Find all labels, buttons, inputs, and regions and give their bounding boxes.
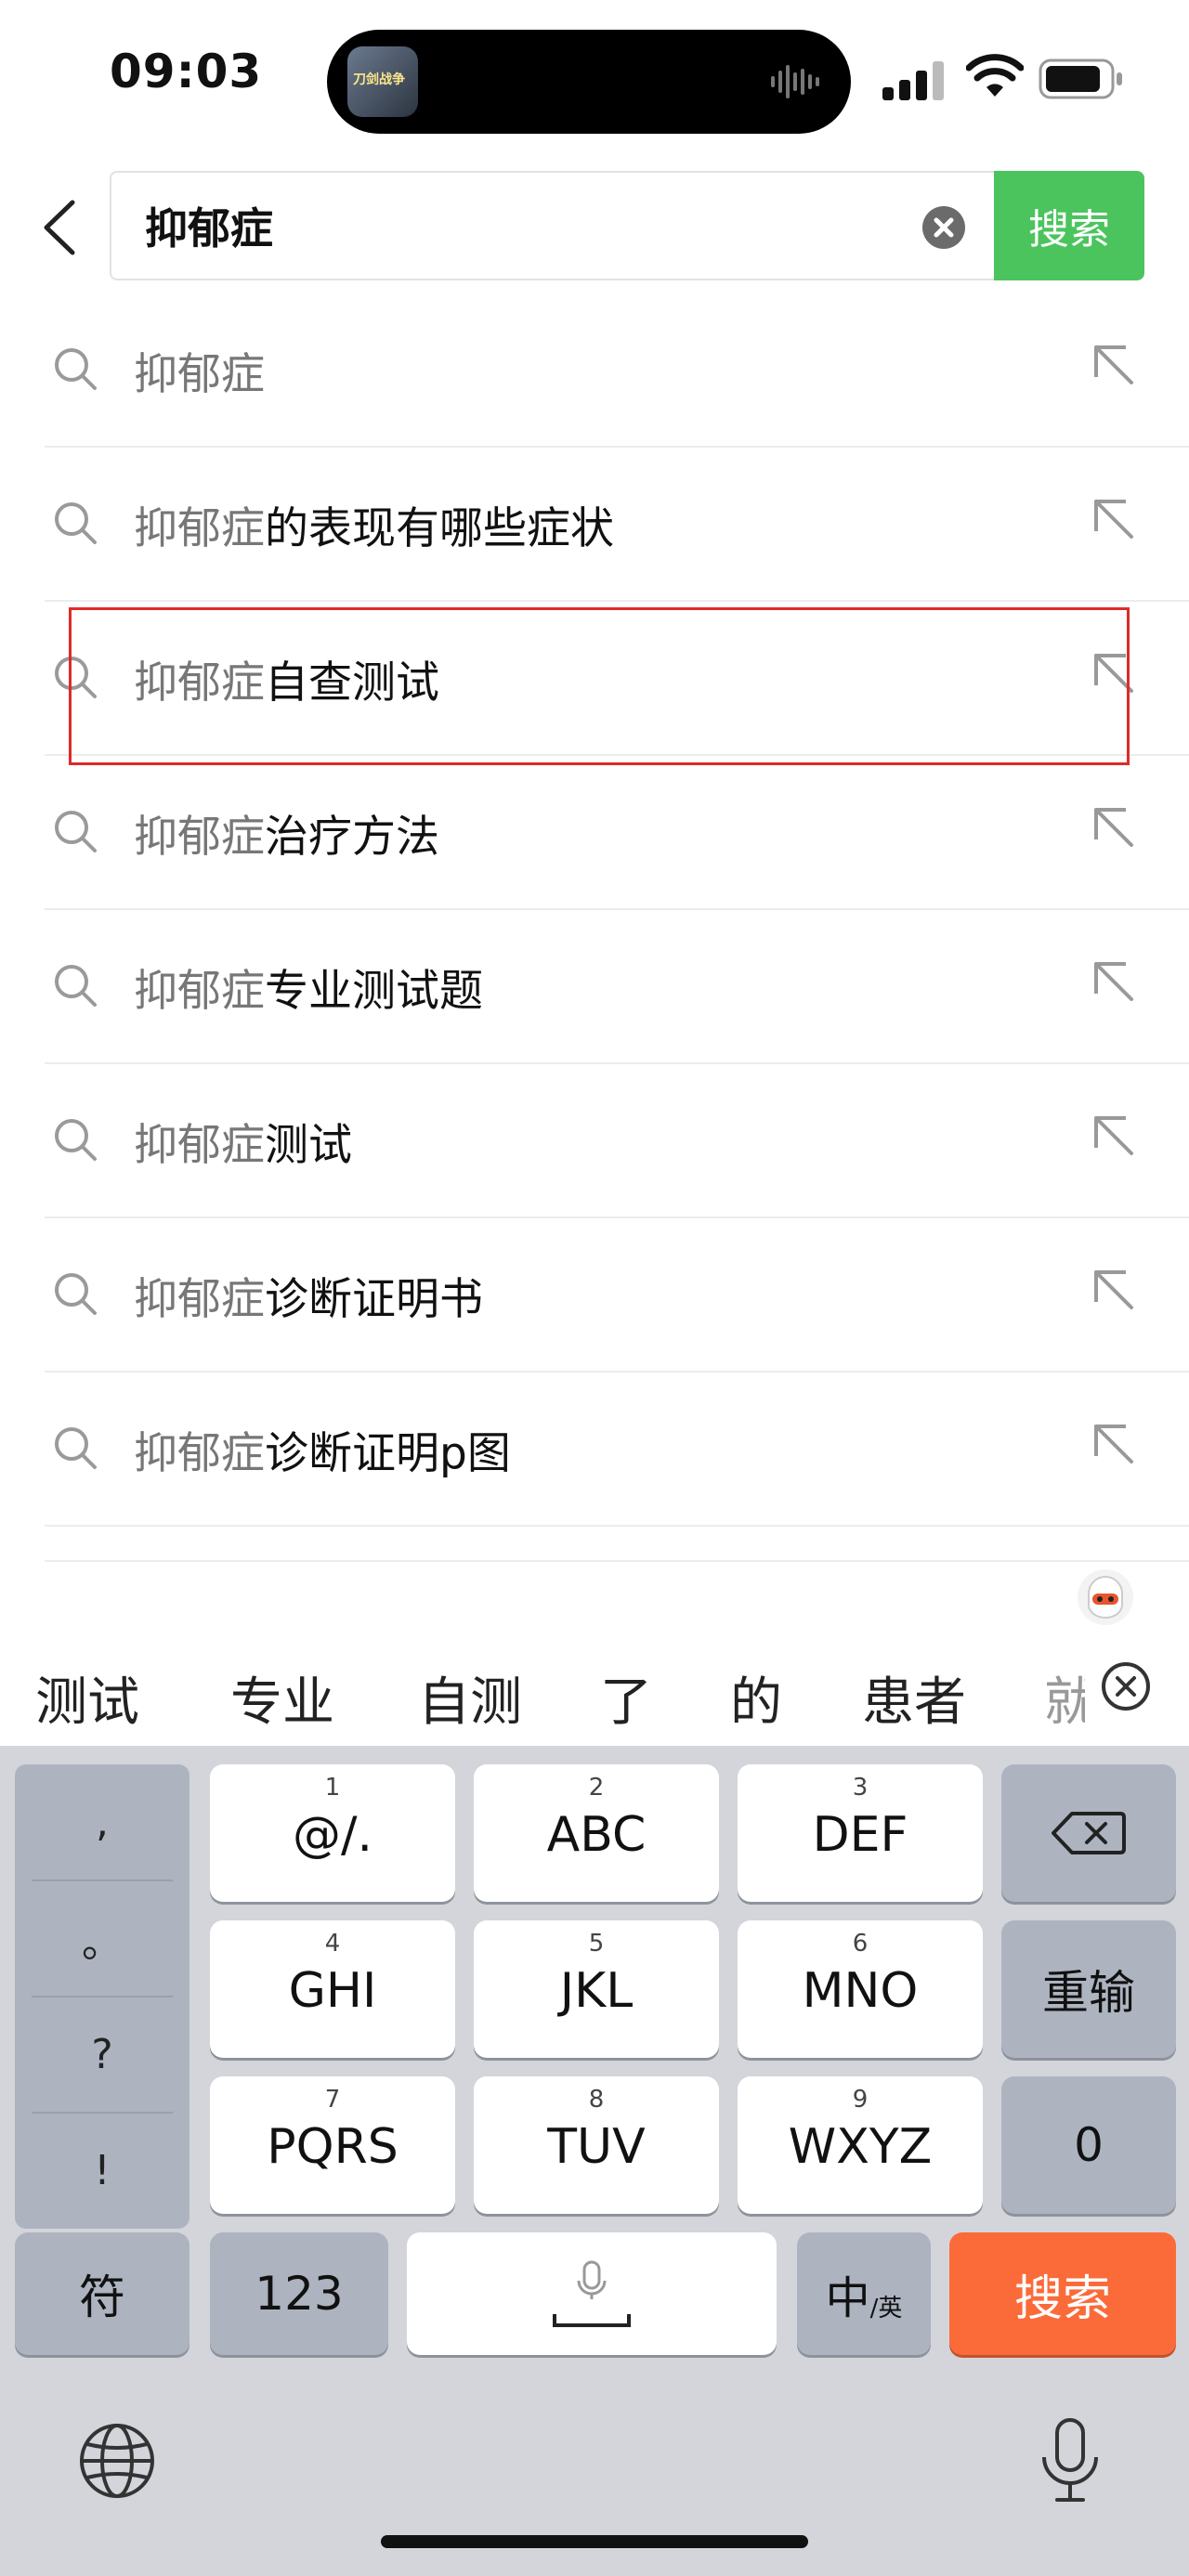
suggestion-suffix: 治疗方法 <box>265 812 439 863</box>
search-input[interactable]: 抑郁症 <box>110 171 995 280</box>
search-icon <box>55 1427 97 1469</box>
candidate-word[interactable]: 自测 <box>418 1660 522 1736</box>
key-3[interactable]: 3 DEF <box>738 1764 983 1902</box>
suggestion-suffix: 诊断证明书 <box>265 1274 483 1325</box>
punctuation-column: , 。 ? ! <box>15 1764 189 2229</box>
key-8[interactable]: 8 TUV <box>474 2076 719 2214</box>
keyboard-search-button[interactable]: 搜索 <box>949 2232 1176 2355</box>
list-divider <box>45 1560 1189 1562</box>
suggestion-item[interactable]: 抑郁症诊断证明书 <box>45 1218 1189 1373</box>
candidate-word[interactable]: 就 <box>1044 1660 1085 1736</box>
numbers-key[interactable]: 123 <box>210 2232 388 2355</box>
backspace-icon <box>1052 1812 1126 1854</box>
key-1[interactable]: 1 @/. <box>210 1764 455 1902</box>
suggestion-suffix: 专业测试题 <box>265 966 483 1017</box>
home-indicator[interactable] <box>381 2535 808 2548</box>
close-candidates-icon[interactable] <box>1100 1660 1152 1712</box>
suggestion-suffix: 测试 <box>265 1120 352 1171</box>
key-4[interactable]: 4 GHI <box>210 1920 455 2058</box>
audio-wave-icon <box>771 65 819 98</box>
retype-button[interactable]: 重输 <box>1001 1920 1176 2058</box>
suggestion-suffix: 的表现有哪些症状 <box>265 503 614 554</box>
suggestion-prefix: 抑郁症 <box>134 349 265 400</box>
clear-search-button[interactable] <box>922 206 965 249</box>
suggestion-text: 抑郁症治疗方法 <box>134 800 439 865</box>
cellular-signal-icon <box>882 61 944 100</box>
suggestion-text: 抑郁症 <box>134 338 265 402</box>
punct-key[interactable]: ! <box>15 2113 189 2229</box>
microphone-icon[interactable] <box>1039 2416 1102 2505</box>
fill-arrow-icon[interactable] <box>1089 1111 1141 1163</box>
key-9[interactable]: 9 WXYZ <box>738 2076 983 2214</box>
search-icon <box>55 502 97 544</box>
backspace-button[interactable] <box>1001 1764 1176 1902</box>
ime-candidate-bar: 测试 专业 自测 了 的 患者 就 <box>0 1634 1189 1746</box>
zero-key[interactable]: 0 <box>1001 2076 1176 2214</box>
search-icon <box>55 1273 97 1315</box>
fill-arrow-icon[interactable] <box>1089 1265 1141 1317</box>
music-app-icon: 刀剑战争 <box>347 46 418 117</box>
suggestion-prefix: 抑郁症 <box>134 966 265 1017</box>
battery-icon <box>1039 59 1122 99</box>
search-icon <box>55 348 97 390</box>
space-mic-icon <box>553 2260 631 2327</box>
fill-arrow-icon[interactable] <box>1089 956 1141 1008</box>
suggestion-prefix: 抑郁症 <box>134 1274 265 1325</box>
suggestion-prefix: 抑郁症 <box>134 812 265 863</box>
suggestion-text: 抑郁症诊断证明p图 <box>134 1417 511 1481</box>
suggestion-prefix: 抑郁症 <box>134 503 265 554</box>
candidate-word[interactable]: 专业 <box>230 1660 334 1736</box>
punct-key[interactable]: , <box>15 1764 189 1880</box>
suggestion-item[interactable]: 抑郁症 <box>45 293 1189 448</box>
key-6[interactable]: 6 MNO <box>738 1920 983 2058</box>
candidate-word[interactable]: 测试 <box>35 1660 139 1736</box>
dynamic-island[interactable]: 刀剑战争 <box>327 30 851 134</box>
suggestion-suffix: 诊断证明p图 <box>265 1428 511 1479</box>
back-arrow-icon[interactable] <box>37 195 84 260</box>
suggestion-item[interactable]: 抑郁症诊断证明p图 <box>45 1373 1189 1527</box>
suggestion-prefix: 抑郁症 <box>134 1120 265 1171</box>
search-icon <box>55 811 97 852</box>
fill-arrow-icon[interactable] <box>1089 494 1141 546</box>
clear-icon <box>934 217 954 238</box>
symbols-key[interactable]: 符 <box>15 2232 189 2355</box>
candidate-word[interactable]: 的 <box>730 1660 782 1736</box>
language-switch-key[interactable]: 中/英 <box>797 2232 931 2355</box>
suggestion-item[interactable]: 抑郁症治疗方法 <box>45 756 1189 910</box>
status-time: 09:03 <box>110 45 263 98</box>
search-button[interactable]: 搜索 <box>994 171 1144 280</box>
suggestion-text: 抑郁症专业测试题 <box>134 955 483 1019</box>
fill-arrow-icon[interactable] <box>1089 802 1141 854</box>
suggestion-text: 抑郁症诊断证明书 <box>134 1263 483 1327</box>
search-icon <box>55 1119 97 1161</box>
suggestion-text: 抑郁症的表现有哪些症状 <box>134 492 614 556</box>
search-query-text: 抑郁症 <box>145 203 273 254</box>
island-app-text: 刀剑战争 <box>353 72 405 87</box>
key-5[interactable]: 5 JKL <box>474 1920 719 2058</box>
punct-key[interactable]: 。 <box>15 1880 189 1997</box>
fill-arrow-icon[interactable] <box>1089 340 1141 392</box>
key-7[interactable]: 7 PQRS <box>210 2076 455 2214</box>
ime-keyboard: , 。 ? ! 1 @/. 2 ABC 3 DEF 4 GHI 5 JKL 6 … <box>0 1746 1189 2576</box>
candidate-word[interactable]: 患者 <box>862 1660 966 1736</box>
key-2[interactable]: 2 ABC <box>474 1764 719 1902</box>
punct-key[interactable]: ? <box>15 1997 189 2113</box>
suggestion-text: 抑郁症测试 <box>134 1109 352 1173</box>
space-key[interactable] <box>407 2232 777 2355</box>
suggestion-prefix: 抑郁症 <box>134 1428 265 1479</box>
highlight-annotation-box <box>69 607 1130 765</box>
fill-arrow-icon[interactable] <box>1089 1419 1141 1471</box>
candidate-word[interactable]: 了 <box>600 1660 652 1736</box>
search-icon <box>55 965 97 1007</box>
suggestion-item[interactable]: 抑郁症测试 <box>45 1064 1189 1218</box>
suggestion-item[interactable]: 抑郁症专业测试题 <box>45 910 1189 1064</box>
globe-icon[interactable] <box>78 2422 156 2500</box>
lang-sub-label: /英 <box>869 2294 903 2322</box>
suggestion-item[interactable]: 抑郁症的表现有哪些症状 <box>45 448 1189 602</box>
assistant-mascot-icon[interactable] <box>1078 1569 1133 1625</box>
lang-main-label: 中 <box>825 2272 870 2324</box>
wifi-icon <box>966 54 1024 97</box>
